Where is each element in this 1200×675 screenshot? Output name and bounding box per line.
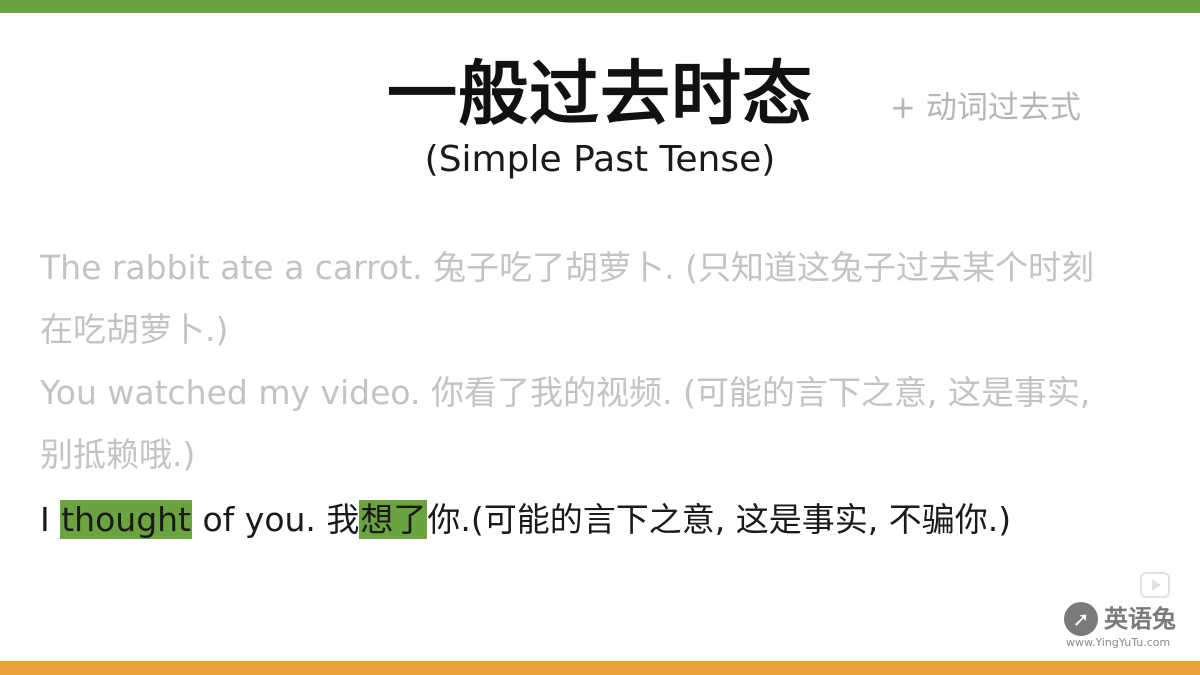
example-3-suffix: 你.(可能的言下之意, 这是事实, 不骗你.) [427, 500, 1012, 539]
top-accent-bar [0, 0, 1200, 13]
logo-name: 英语兔 [1104, 604, 1176, 633]
highlight-english-verb: thought [60, 500, 192, 539]
rabbit-logo-icon: ➚ [1064, 602, 1098, 636]
watermark-logo: ➚ 英语兔 www.YingYuTu.com [1064, 600, 1194, 652]
highlight-chinese-verb: 想了 [359, 500, 428, 539]
example-2-line-1: You watched my video. 你看了我的视频. (可能的言下之意,… [40, 373, 1091, 412]
example-1-line-2: 在吃胡萝卜.) [40, 310, 229, 349]
example-2-line-2: 别抵赖哦.) [40, 435, 196, 474]
slide-subtitle: (Simple Past Tense) [424, 139, 776, 180]
bottom-accent-bar [0, 661, 1200, 675]
side-note: + 动词过去式 [890, 90, 1081, 126]
example-3-prefix: I [40, 500, 61, 539]
example-1-line-1: The rabbit ate a carrot. 兔子吃了胡萝卜. (只知道这兔… [40, 248, 1094, 287]
play-icon [1140, 572, 1170, 598]
example-3-middle: of you. 我 [192, 500, 360, 539]
example-sentence-1: The rabbit ate a carrot. 兔子吃了胡萝卜. (只知道这兔… [40, 237, 1120, 361]
example-sentence-3: I thought of you. 我想了你.(可能的言下之意, 这是事实, 不… [40, 489, 1120, 551]
example-sentence-2: You watched my video. 你看了我的视频. (可能的言下之意,… [40, 362, 1120, 486]
logo-url: www.YingYuTu.com [1066, 636, 1171, 649]
